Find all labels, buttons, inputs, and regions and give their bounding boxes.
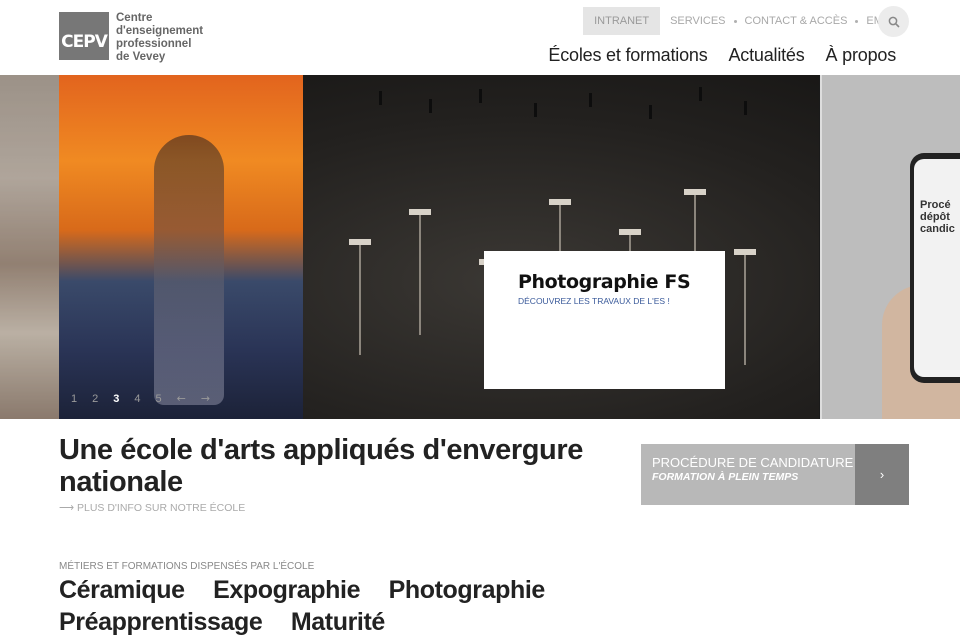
- search-button[interactable]: [878, 6, 909, 37]
- ceiling-lights: [359, 85, 759, 125]
- application-procedure-card[interactable]: PROCÉDURE DE CANDIDATURE FORMATION À PLE…: [641, 444, 909, 505]
- trades-section-label: MÉTIERS ET FORMATIONS DISPENSÉS PAR L'ÉC…: [59, 561, 315, 572]
- contact-link[interactable]: CONTACT & ACCÈS: [745, 15, 867, 27]
- pager-dot-4[interactable]: 4: [134, 393, 140, 405]
- slide-caption[interactable]: Photographie FS DÉCOUVREZ LES TRAVAUX DE…: [484, 251, 725, 389]
- logo-line: professionnel: [116, 38, 192, 50]
- pager-dot-2[interactable]: 2: [92, 393, 98, 405]
- figure-silhouette: [154, 135, 224, 405]
- phone-screen: Procé dépôt candic: [914, 159, 960, 377]
- nav-ecoles-formations[interactable]: Écoles et formations: [548, 45, 707, 66]
- services-link[interactable]: SERVICES: [670, 15, 744, 27]
- site-header: CEPV Centre d'enseignement professionnel…: [0, 0, 960, 75]
- intranet-button[interactable]: INTRANET: [583, 7, 661, 35]
- carousel-pager: 1 2 3 4 5 ← →: [71, 392, 225, 405]
- separator-dot: [855, 19, 859, 23]
- search-icon: [888, 16, 900, 28]
- logo-line: de Vevey: [116, 51, 166, 63]
- pager-dot-1[interactable]: 1: [71, 393, 77, 405]
- chevron-right-icon[interactable]: ›: [855, 444, 909, 505]
- pager-dot-5[interactable]: 5: [156, 393, 162, 405]
- nav-a-propos[interactable]: À propos: [826, 45, 897, 66]
- slide-caption-title: Photographie FS: [518, 271, 691, 293]
- main-nav: Écoles et formations Actualités À propos: [548, 45, 896, 66]
- next-slide-preview[interactable]: Procé dépôt candic: [820, 75, 960, 419]
- previous-slide-preview[interactable]: [0, 75, 59, 419]
- separator-dot: [733, 19, 737, 23]
- phone-photo: Procé dépôt candic: [910, 153, 960, 383]
- slide-caption-link[interactable]: DÉCOUVREZ LES TRAVAUX DE L'ES !: [518, 296, 725, 306]
- trade-link-expographie[interactable]: Expographie: [213, 574, 360, 606]
- trades-list: Céramique Expographie Photographie Préap…: [59, 574, 679, 638]
- logo-mark: CEPV: [59, 12, 109, 60]
- page-headline: Une école d'arts appliqués d'envergure n…: [59, 434, 583, 498]
- cta-title: PROCÉDURE DE CANDIDATURE: [652, 455, 854, 470]
- services-label: SERVICES: [670, 15, 726, 27]
- hero-carousel: Procé dépôt candic Photographie FS DÉCOU…: [0, 75, 960, 419]
- pager-dot-3[interactable]: 3: [113, 393, 119, 405]
- trade-link-ceramique[interactable]: Céramique: [59, 574, 185, 606]
- trade-link-maturite[interactable]: Maturité: [291, 606, 385, 638]
- arrow-left-icon[interactable]: ←: [177, 392, 186, 405]
- cta-subtitle: FORMATION À PLEIN TEMPS: [652, 471, 799, 483]
- site-logo[interactable]: CEPV Centre d'enseignement professionnel…: [59, 12, 226, 64]
- utility-bar: INTRANET SERVICES CONTACT & ACCÈS EMPLOI: [583, 7, 908, 35]
- trade-link-photographie[interactable]: Photographie: [389, 574, 546, 606]
- phone-text: Procé dépôt candic: [920, 199, 955, 235]
- nav-actualites[interactable]: Actualités: [729, 45, 805, 66]
- arrow-right-icon[interactable]: →: [201, 392, 210, 405]
- logo-text: Centre d'enseignement professionnel de V…: [116, 12, 226, 64]
- cta-text: PROCÉDURE DE CANDIDATURE FORMATION À PLE…: [641, 444, 855, 505]
- contact-label: CONTACT & ACCÈS: [744, 15, 848, 27]
- logo-line: d'enseignement: [116, 25, 204, 37]
- more-info-link[interactable]: ⟶ PLUS D'INFO SUR NOTRE ÉCOLE: [59, 502, 245, 514]
- logo-line: Centre: [116, 12, 153, 24]
- trade-link-preapprentissage[interactable]: Préapprentissage: [59, 606, 263, 638]
